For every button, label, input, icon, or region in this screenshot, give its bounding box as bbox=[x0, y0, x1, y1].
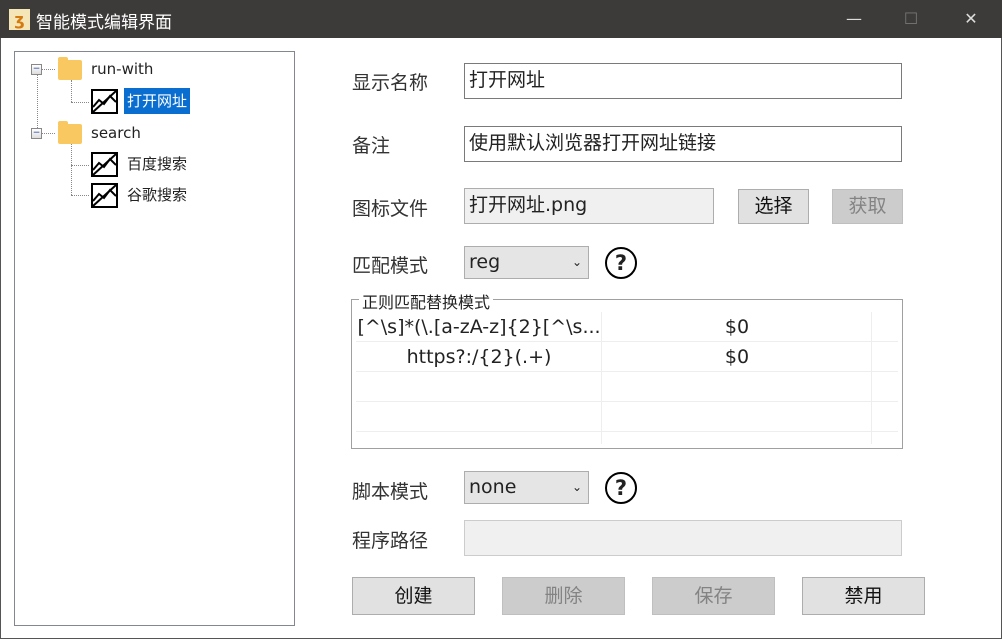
help-icon[interactable]: ? bbox=[605, 472, 637, 504]
tree-node-open-url[interactable]: 打开网址 bbox=[124, 88, 191, 114]
table-row[interactable] bbox=[356, 372, 898, 402]
note-input[interactable]: 使用默认浏览器打开网址链接 bbox=[464, 126, 902, 162]
delete-button[interactable]: 删除 bbox=[502, 577, 625, 615]
icon-file-input[interactable]: 打开网址.png bbox=[464, 188, 714, 224]
save-button[interactable]: 保存 bbox=[652, 577, 775, 615]
window-title: 智能模式编辑界面 bbox=[36, 13, 172, 33]
match-mode-label: 匹配模式 bbox=[352, 255, 429, 277]
icon-file-label: 图标文件 bbox=[352, 198, 429, 220]
create-button[interactable]: 创建 bbox=[352, 577, 475, 615]
chevron-down-icon: ⌄ bbox=[571, 255, 582, 269]
display-name-input[interactable]: 打开网址 bbox=[464, 63, 902, 99]
fetch-button[interactable]: 获取 bbox=[832, 189, 903, 224]
maximize-button[interactable]: ☐ bbox=[888, 0, 934, 38]
choose-button[interactable]: 选择 bbox=[738, 189, 809, 224]
match-mode-select[interactable]: reg ⌄ bbox=[464, 246, 589, 279]
script-mode-label: 脚本模式 bbox=[352, 481, 429, 503]
regex-rules-group: 正则匹配替换模式 [^\s]*(\.[a-zA-z]{2}[^\s... $0 h… bbox=[351, 289, 903, 449]
table-row[interactable] bbox=[356, 402, 898, 432]
app-icon: ʒ bbox=[9, 9, 30, 30]
image-icon bbox=[91, 152, 118, 177]
close-button[interactable]: ✕ bbox=[948, 0, 994, 38]
minimize-button[interactable]: — bbox=[831, 0, 877, 38]
folder-icon bbox=[58, 121, 82, 144]
tree-node-google[interactable]: 谷歌搜索 bbox=[127, 182, 187, 208]
help-icon[interactable]: ? bbox=[605, 247, 637, 279]
disable-button[interactable]: 禁用 bbox=[802, 577, 925, 615]
tree-node-search[interactable]: search bbox=[91, 120, 141, 146]
title-bar: ʒ 智能模式编辑界面 — ☐ ✕ bbox=[0, 0, 1002, 38]
script-mode-select[interactable]: none ⌄ bbox=[464, 471, 589, 504]
collapse-toggle[interactable]: − bbox=[31, 64, 42, 75]
note-label: 备注 bbox=[352, 135, 391, 157]
image-icon bbox=[91, 89, 118, 114]
table-row[interactable]: https?:/{2}(.+) $0 bbox=[356, 342, 898, 372]
table-row[interactable]: [^\s]*(\.[a-zA-z]{2}[^\s... $0 bbox=[356, 312, 898, 342]
tree-view[interactable]: − run-with 打开网址 − search 百度搜索 谷歌搜索 bbox=[14, 51, 295, 626]
program-path-input[interactable] bbox=[464, 520, 902, 556]
program-path-label: 程序路径 bbox=[352, 530, 429, 552]
folder-icon bbox=[58, 57, 82, 80]
tree-node-baidu[interactable]: 百度搜索 bbox=[127, 151, 187, 177]
collapse-toggle[interactable]: − bbox=[31, 128, 42, 139]
group-title: 正则匹配替换模式 bbox=[359, 289, 494, 313]
display-name-label: 显示名称 bbox=[352, 72, 429, 94]
chevron-down-icon: ⌄ bbox=[571, 480, 582, 494]
image-icon bbox=[91, 183, 118, 208]
tree-node-run-with[interactable]: run-with bbox=[91, 56, 153, 82]
